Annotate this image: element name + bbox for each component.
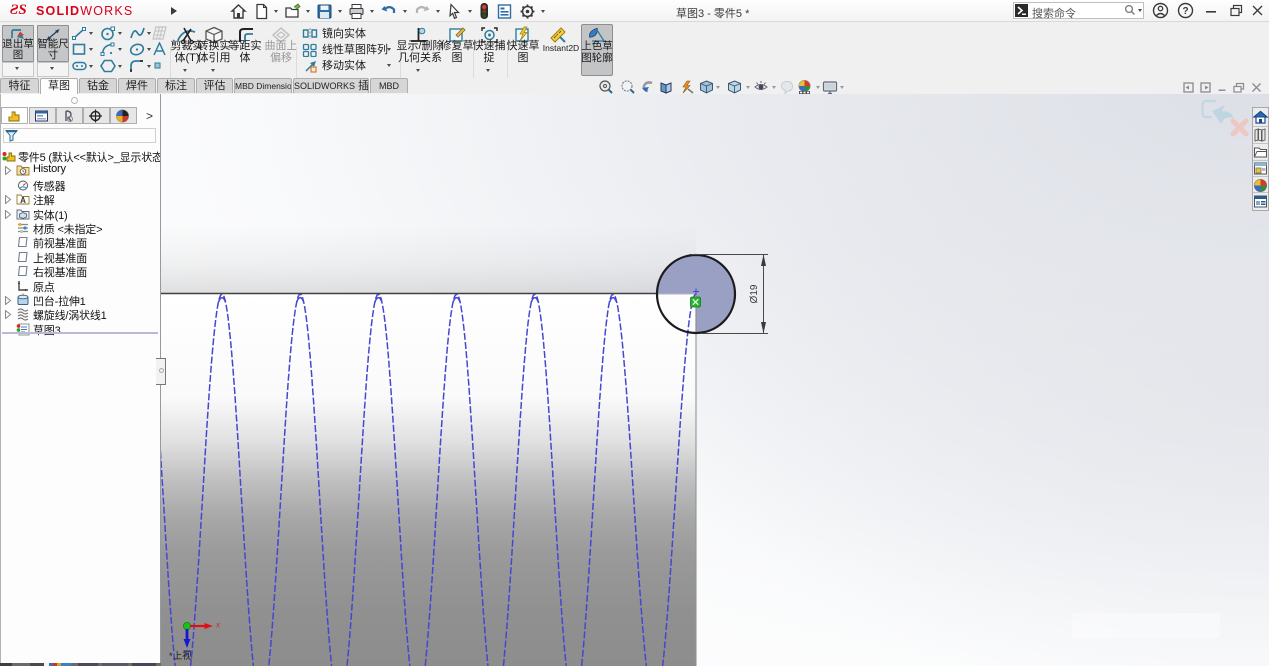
svg-text:?: ? — [1182, 6, 1188, 17]
svg-text:*上视: *上视 — [169, 650, 192, 662]
svg-text:Ø19: Ø19 — [749, 284, 760, 303]
svg-text:A: A — [20, 196, 26, 205]
